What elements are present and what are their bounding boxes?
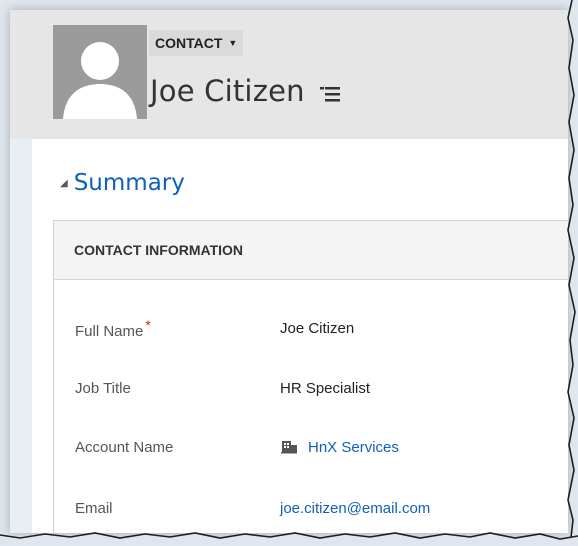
record-name: Joe Citizen (150, 74, 305, 108)
account-icon (281, 441, 297, 454)
job-title-value[interactable]: HR Specialist (280, 380, 370, 397)
summary-title: Summary (73, 170, 185, 196)
record-title: Joe Citizen (150, 74, 341, 108)
field-full-name: Full Name * Joe Citizen (75, 316, 568, 340)
entity-type-switcher[interactable]: CONTACT ▼ (149, 30, 244, 56)
account-name-link[interactable]: HnX Services (280, 439, 399, 456)
torn-right-edge (567, 0, 578, 546)
field-account-name: Account Name HnX Services (75, 435, 568, 459)
full-name-value[interactable]: Joe Citizen (280, 320, 354, 337)
email-link[interactable]: joe.citizen@email.com (280, 500, 430, 517)
record-form: CONTACT ▼ Joe Citizen ◢ Summary CONTACT … (10, 10, 568, 533)
contact-information-section: CONTACT INFORMATION Full Name * Joe Citiz… (53, 220, 568, 533)
field-label: Full Name * (75, 316, 151, 340)
left-band (10, 139, 32, 533)
required-marker: * (145, 316, 151, 333)
field-label: Account Name (75, 438, 174, 456)
person-avatar-icon (53, 25, 147, 119)
contact-avatar[interactable] (53, 25, 147, 119)
entity-type-label: CONTACT (155, 35, 223, 51)
section-title: CONTACT INFORMATION (54, 221, 568, 280)
summary-toggle[interactable]: ◢ Summary (60, 170, 185, 196)
field-email: Email joe.citizen@email.com (75, 496, 568, 520)
record-header: CONTACT ▼ Joe Citizen (10, 10, 568, 139)
menu-icon[interactable] (319, 86, 341, 102)
triangle-collapse-icon: ◢ (60, 177, 68, 189)
field-label: Job Title (75, 379, 131, 397)
field-label: Email (75, 499, 113, 517)
caret-down-icon: ▼ (228, 38, 238, 48)
field-job-title: Job Title HR Specialist (75, 376, 568, 400)
torn-bottom-edge (0, 532, 578, 546)
